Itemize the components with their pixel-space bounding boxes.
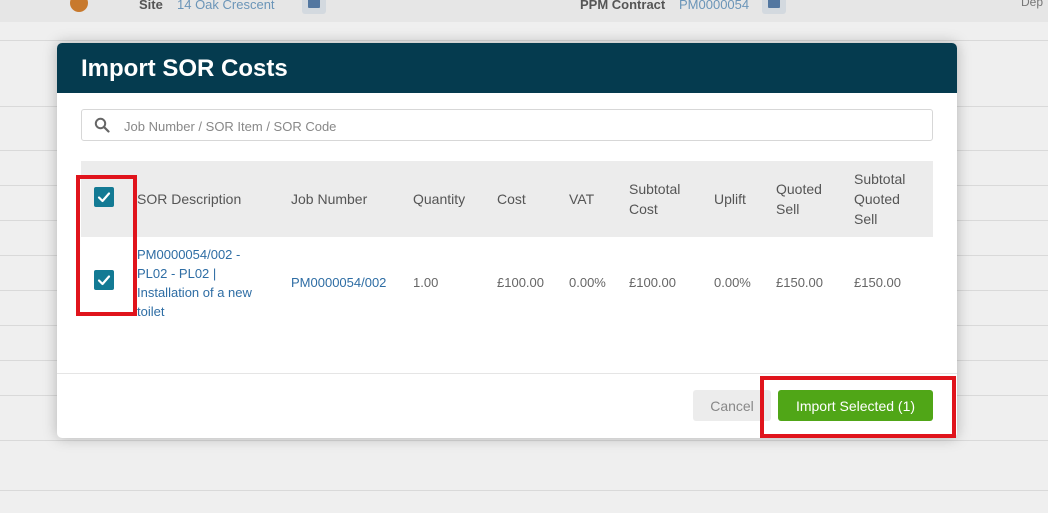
table-header: SOR Description Job Number Quantity Cost… [81, 161, 933, 237]
column-cost[interactable]: Cost [497, 189, 526, 209]
header-line: Subtotal [629, 181, 681, 197]
header-line: Cost [629, 201, 658, 217]
sor-description-link[interactable]: PM0000054/002 - PL02 - PL02 | Installati… [137, 245, 277, 321]
vat-value: 0.00% [569, 275, 606, 290]
subtotal-cost-value: £100.00 [629, 275, 676, 290]
column-sor-description[interactable]: SOR Description [137, 189, 241, 209]
modal-title: Import SOR Costs [81, 55, 288, 82]
site-open-icon[interactable] [302, 0, 326, 14]
background-header: Site 14 Oak Crescent PPM Contract PM0000… [0, 0, 1048, 22]
subtotal-quoted-sell-value: £150.00 [854, 275, 901, 290]
column-quantity[interactable]: Quantity [413, 189, 465, 209]
column-uplift[interactable]: Uplift [714, 189, 746, 209]
contract-open-icon[interactable] [762, 0, 786, 14]
column-subtotal-quoted-sell[interactable]: Subtotal Quoted Sell [854, 169, 905, 229]
column-job-number[interactable]: Job Number [291, 189, 367, 209]
quoted-sell-value: £150.00 [776, 275, 823, 290]
header-line: Quoted [776, 181, 822, 197]
checkbox-highlight-box [76, 175, 137, 316]
search-input[interactable] [122, 114, 926, 138]
description-line: toilet [137, 304, 165, 319]
uplift-value: 0.00% [714, 275, 751, 290]
description-line: PL02 - PL02 | [137, 266, 217, 281]
search-box[interactable] [81, 109, 933, 141]
dep-label: Dep [1021, 0, 1044, 9]
header-line: Sell [854, 211, 878, 227]
contract-value[interactable]: PM0000054 [679, 0, 749, 12]
column-vat[interactable]: VAT [569, 189, 594, 209]
site-label: Site [139, 0, 163, 12]
edit-icon[interactable] [70, 0, 88, 12]
divider [0, 440, 1048, 441]
column-subtotal-cost[interactable]: Subtotal Cost [629, 179, 680, 219]
footer-divider [57, 373, 957, 374]
quantity-value: 1.00 [413, 275, 439, 290]
site-value[interactable]: 14 Oak Crescent [177, 0, 275, 12]
contract-label: PPM Contract [580, 0, 666, 12]
header-line: Subtotal [854, 171, 906, 187]
table-row: PM0000054/002 - PL02 - PL02 | Installati… [81, 237, 933, 327]
divider [0, 40, 1048, 41]
description-line: Installation of a new [137, 285, 252, 300]
divider [0, 490, 1048, 491]
cost-value: £100.00 [497, 275, 544, 290]
job-number-link[interactable]: PM0000054/002 [291, 273, 386, 292]
search-icon [94, 117, 110, 133]
column-quoted-sell[interactable]: Quoted Sell [776, 179, 822, 219]
header-line: Sell [776, 201, 800, 217]
header-line: Quoted [854, 191, 900, 207]
import-button-highlight-box [760, 376, 956, 438]
modal-header: Import SOR Costs [57, 43, 957, 93]
description-line: PM0000054/002 - [137, 247, 241, 262]
